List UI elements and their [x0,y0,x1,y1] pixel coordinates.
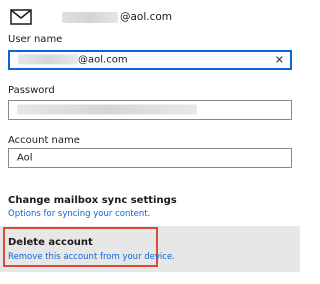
email-redacted [62,11,118,23]
password-label: Password [8,85,55,96]
sync-settings-link[interactable]: Options for syncing your content. [8,209,150,219]
username-label: User name [8,34,63,45]
password-redacted [17,104,197,115]
envelope-icon [10,9,32,25]
username-field[interactable]: @aol.com ✕ [8,50,292,70]
sync-settings-title[interactable]: Change mailbox sync settings [8,195,177,206]
delete-account-link[interactable]: Remove this account from your device. [8,252,175,262]
header-email-suffix: @aol.com [120,11,173,23]
delete-account-title[interactable]: Delete account [8,237,93,248]
username-redacted [18,54,78,65]
clear-x-icon[interactable]: ✕ [275,55,284,66]
account-name-label: Account name [8,135,80,146]
account-header: @aol.com [10,8,172,26]
account-name-field[interactable]: Aol [8,148,292,168]
account-name-value: Aol [17,152,33,164]
username-suffix: @aol.com [78,54,128,66]
password-value [17,104,197,116]
password-field[interactable] [8,100,292,120]
username-value: @aol.com [18,54,128,66]
